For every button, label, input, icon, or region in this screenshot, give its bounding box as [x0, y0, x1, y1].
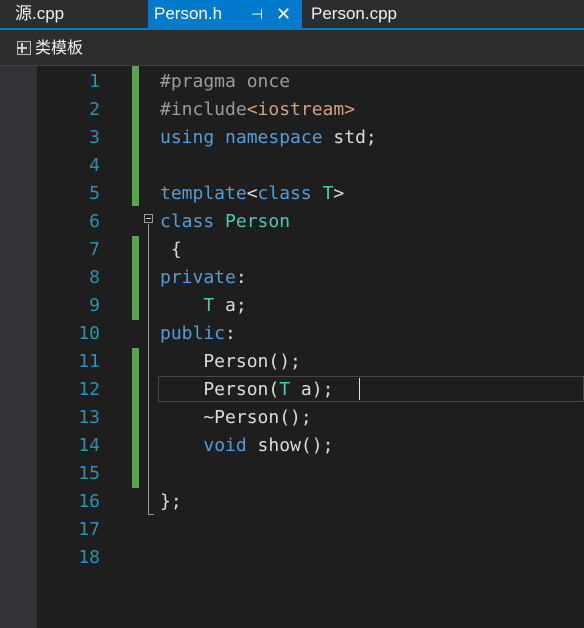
- code-line-10[interactable]: public:: [160, 320, 236, 348]
- code-line-5[interactable]: template<class T>: [160, 180, 344, 208]
- line-number: 2: [89, 99, 100, 120]
- line-number: 1: [89, 71, 100, 92]
- code-line-3[interactable]: using namespace std;: [160, 124, 377, 152]
- line-number: 18: [78, 547, 100, 568]
- change-marker: [132, 66, 139, 206]
- collapse-toggle-icon[interactable]: [144, 214, 153, 223]
- scope-dropdown[interactable]: 类模板: [35, 36, 83, 60]
- code-line-12[interactable]: Person(T a);: [160, 376, 333, 404]
- document-tab-strip: 源.cpp Person.h ⊣ ✕ Person.cpp: [0, 0, 584, 30]
- line-number: 10: [78, 323, 100, 344]
- tab-yuan-cpp[interactable]: 源.cpp: [0, 0, 148, 28]
- line-number: 12: [78, 379, 100, 400]
- pin-icon[interactable]: ⊣: [251, 0, 263, 28]
- tab-label: Person.h: [154, 4, 223, 23]
- editor-left-margin: [0, 66, 37, 628]
- line-number: 16: [78, 491, 100, 512]
- outline-guide-end: [148, 514, 154, 515]
- navigation-bar: 类模板: [0, 30, 584, 66]
- line-number: 4: [89, 155, 100, 176]
- code-line-11[interactable]: Person();: [160, 348, 301, 376]
- line-number: 11: [78, 351, 100, 372]
- code-line-13[interactable]: ~Person();: [160, 404, 311, 432]
- code-line-8[interactable]: private:: [160, 264, 247, 292]
- line-number: 8: [89, 267, 100, 288]
- tab-label: Person.cpp: [311, 4, 397, 23]
- line-number: 3: [89, 127, 100, 148]
- code-line-9[interactable]: T a;: [160, 292, 246, 320]
- code-editor[interactable]: 1 2 3 4 5 6 7 8 9 10 11 12 13 14 15 16 1…: [0, 66, 584, 628]
- tab-person-cpp[interactable]: Person.cpp: [302, 0, 584, 28]
- text-caret: [359, 378, 360, 400]
- change-marker: [132, 348, 139, 488]
- code-line-16[interactable]: };: [160, 488, 182, 516]
- line-number: 5: [89, 183, 100, 204]
- code-line-2[interactable]: #include<iostream>: [160, 96, 355, 124]
- line-number: 7: [89, 239, 100, 260]
- code-line-6[interactable]: class Person: [160, 208, 290, 236]
- close-icon[interactable]: ✕: [276, 0, 291, 28]
- line-number: 6: [89, 211, 100, 232]
- tab-label: 源.cpp: [15, 4, 65, 23]
- change-marker: [132, 236, 139, 320]
- line-number: 14: [78, 435, 100, 456]
- class-template-icon: [17, 41, 31, 55]
- outline-guide: [148, 224, 149, 514]
- line-number: 17: [78, 519, 100, 540]
- code-line-7[interactable]: {: [160, 236, 182, 264]
- line-number: 9: [89, 295, 100, 316]
- code-line-1[interactable]: #pragma once: [160, 68, 290, 96]
- code-line-14[interactable]: void show();: [160, 432, 333, 460]
- line-number: 15: [78, 463, 100, 484]
- tab-person-h[interactable]: Person.h ⊣ ✕: [148, 0, 302, 28]
- line-number: 13: [78, 407, 100, 428]
